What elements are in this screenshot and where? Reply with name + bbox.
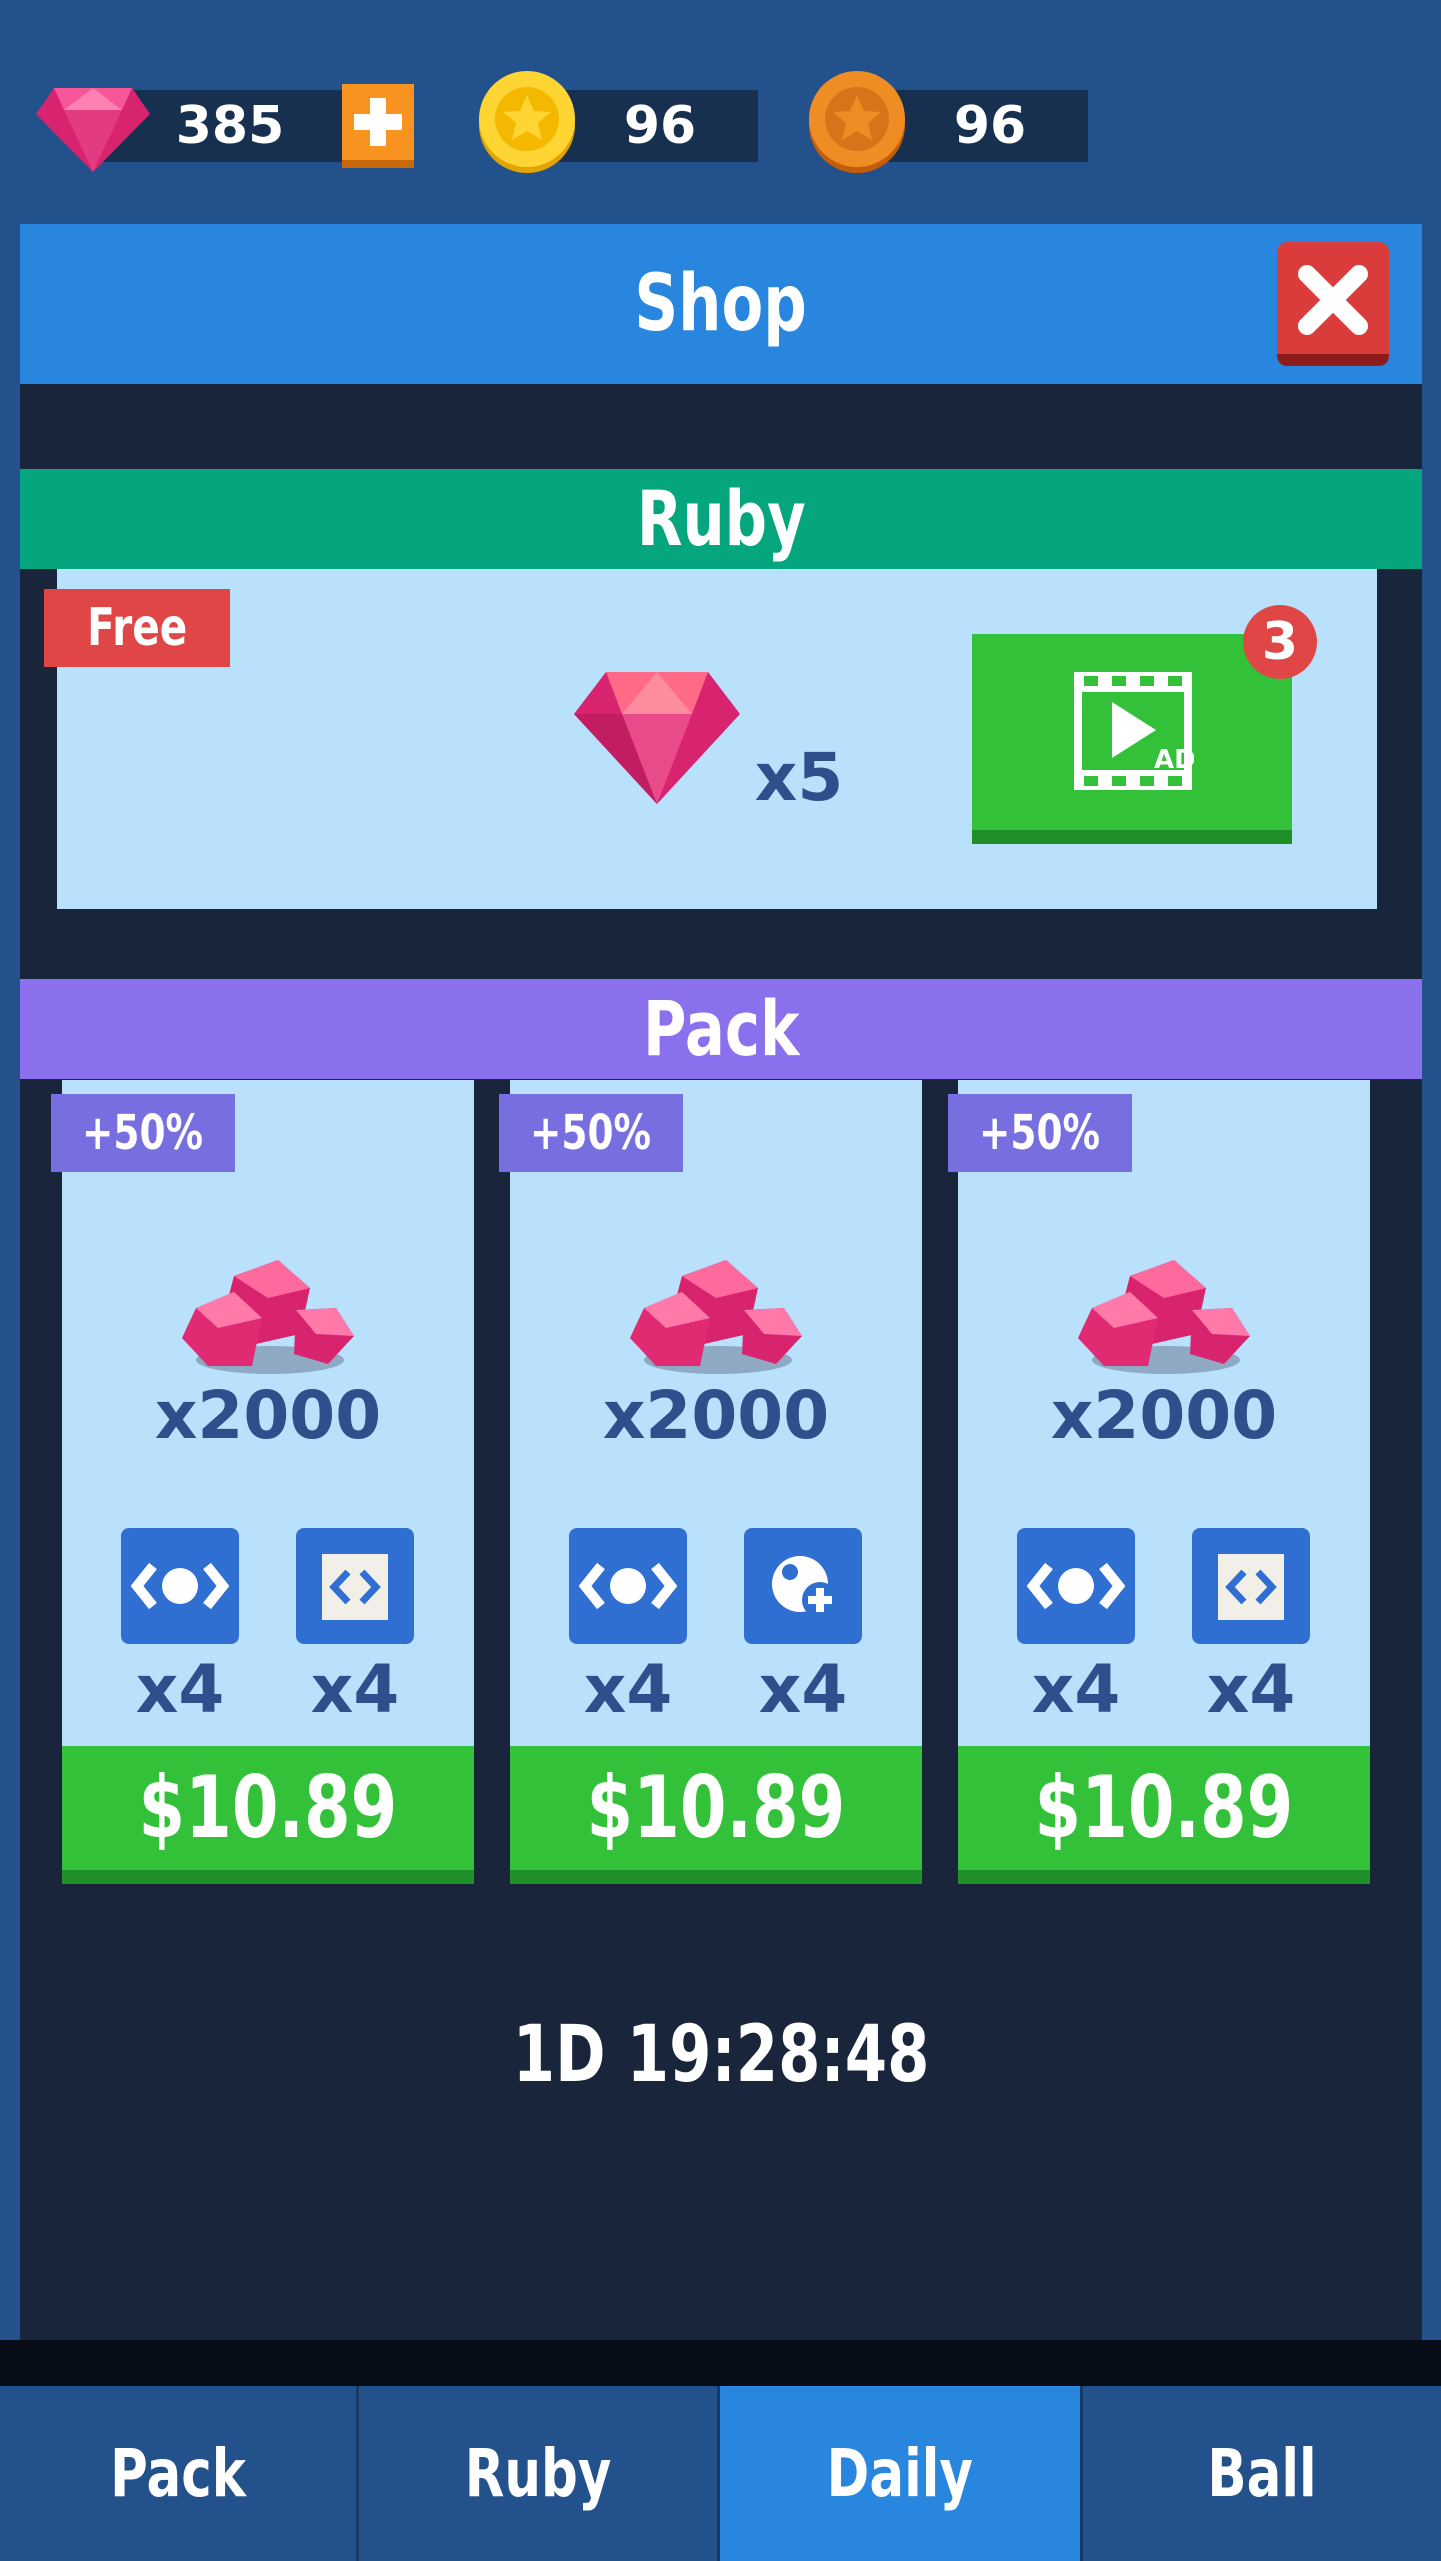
ruby-section-header: Ruby [20, 469, 1422, 569]
bonus-tag: +50% [499, 1094, 683, 1172]
ruby-section-title: Ruby [636, 474, 806, 563]
ruby-reward-amount: x5 [754, 739, 844, 816]
tab-pack-label: Pack [110, 2435, 246, 2512]
tab-ruby-label: Ruby [464, 2435, 612, 2512]
powerup-count: x4 [583, 1651, 673, 1728]
powerup-count: x4 [135, 1651, 225, 1728]
pack-ruby-amount: x2000 [602, 1377, 830, 1454]
tab-ruby[interactable]: Ruby [359, 2386, 720, 2561]
tab-daily[interactable]: Daily [720, 2386, 1080, 2561]
video-ad-icon: AD [1074, 672, 1194, 790]
eye-icon [1027, 1562, 1125, 1610]
ruby-amount: 385 [175, 96, 285, 156]
bonus-tag: +50% [51, 1094, 235, 1172]
ruby-pile-icon [182, 1260, 354, 1374]
svg-text:AD: AD [1154, 745, 1194, 775]
pack-price: $10.89 [586, 1758, 846, 1858]
eye-icon [579, 1562, 677, 1610]
buy-pack-button[interactable]: $10.89 [510, 1746, 922, 1884]
tab-ball[interactable]: Ball [1080, 2386, 1441, 2561]
bronze-star-coin-icon [809, 71, 905, 173]
powerup-button-code[interactable] [1192, 1528, 1310, 1644]
ruby-pile-icon [1078, 1260, 1250, 1374]
powerup-count: x4 [758, 1651, 848, 1728]
buy-pack-button[interactable]: $10.89 [62, 1746, 474, 1884]
ruby-gem-icon [36, 88, 150, 172]
pack-section-header: Pack [20, 979, 1422, 1079]
pack-price: $10.89 [1034, 1758, 1294, 1858]
tab-ball-label: Ball [1207, 2435, 1317, 2512]
watch-ad-button[interactable]: AD [972, 634, 1292, 844]
eye-icon [131, 1562, 229, 1610]
tab-daily-label: Daily [826, 2435, 974, 2512]
ruby-gem-icon [574, 672, 740, 804]
code-brackets-icon [322, 1554, 388, 1620]
gold-star-coin-icon [479, 71, 575, 173]
pack-ruby-amount: x2000 [154, 1377, 382, 1454]
bonus-label: +50% [979, 1105, 1101, 1161]
add-ruby-button[interactable] [342, 84, 414, 168]
powerup-button-ball-plus[interactable] [744, 1528, 862, 1644]
ball-plus-icon [772, 1556, 838, 1618]
buy-pack-button[interactable]: $10.89 [958, 1746, 1370, 1884]
free-tag: Free [44, 589, 230, 667]
code-brackets-icon [1218, 1554, 1284, 1620]
pack-ruby-amount: x2000 [1050, 1377, 1278, 1454]
powerup-button-code[interactable] [296, 1528, 414, 1644]
offer-timer-text: 1D 19:28:48 [512, 2010, 930, 2100]
pack-section-title: Pack [642, 984, 800, 1073]
powerup-count: x4 [310, 1651, 400, 1728]
powerup-button-eye[interactable] [121, 1528, 239, 1644]
bonus-label: +50% [82, 1105, 204, 1161]
close-icon [1298, 265, 1368, 335]
powerup-count: x4 [1206, 1651, 1296, 1728]
shop-title: Shop [634, 259, 808, 349]
powerup-button-eye[interactable] [569, 1528, 687, 1644]
pack-price: $10.89 [138, 1758, 398, 1858]
bronze-coin-amount: 96 [953, 96, 1027, 156]
free-tag-label: Free [86, 598, 188, 658]
ruby-pile-icon [630, 1260, 802, 1374]
shop-header: Shop [20, 224, 1422, 384]
bonus-label: +50% [530, 1105, 652, 1161]
gold-coin-amount: 96 [623, 96, 697, 156]
tab-bar-shadow [0, 2340, 1441, 2386]
offer-timer: 1D 19:28:48 [20, 2000, 1422, 2110]
bonus-tag: +50% [948, 1094, 1132, 1172]
powerup-count: x4 [1031, 1651, 1121, 1728]
powerup-button-eye[interactable] [1017, 1528, 1135, 1644]
ad-count-badge: 3 [1243, 605, 1317, 679]
tab-pack[interactable]: Pack [0, 2386, 359, 2561]
close-button[interactable] [1277, 242, 1389, 366]
